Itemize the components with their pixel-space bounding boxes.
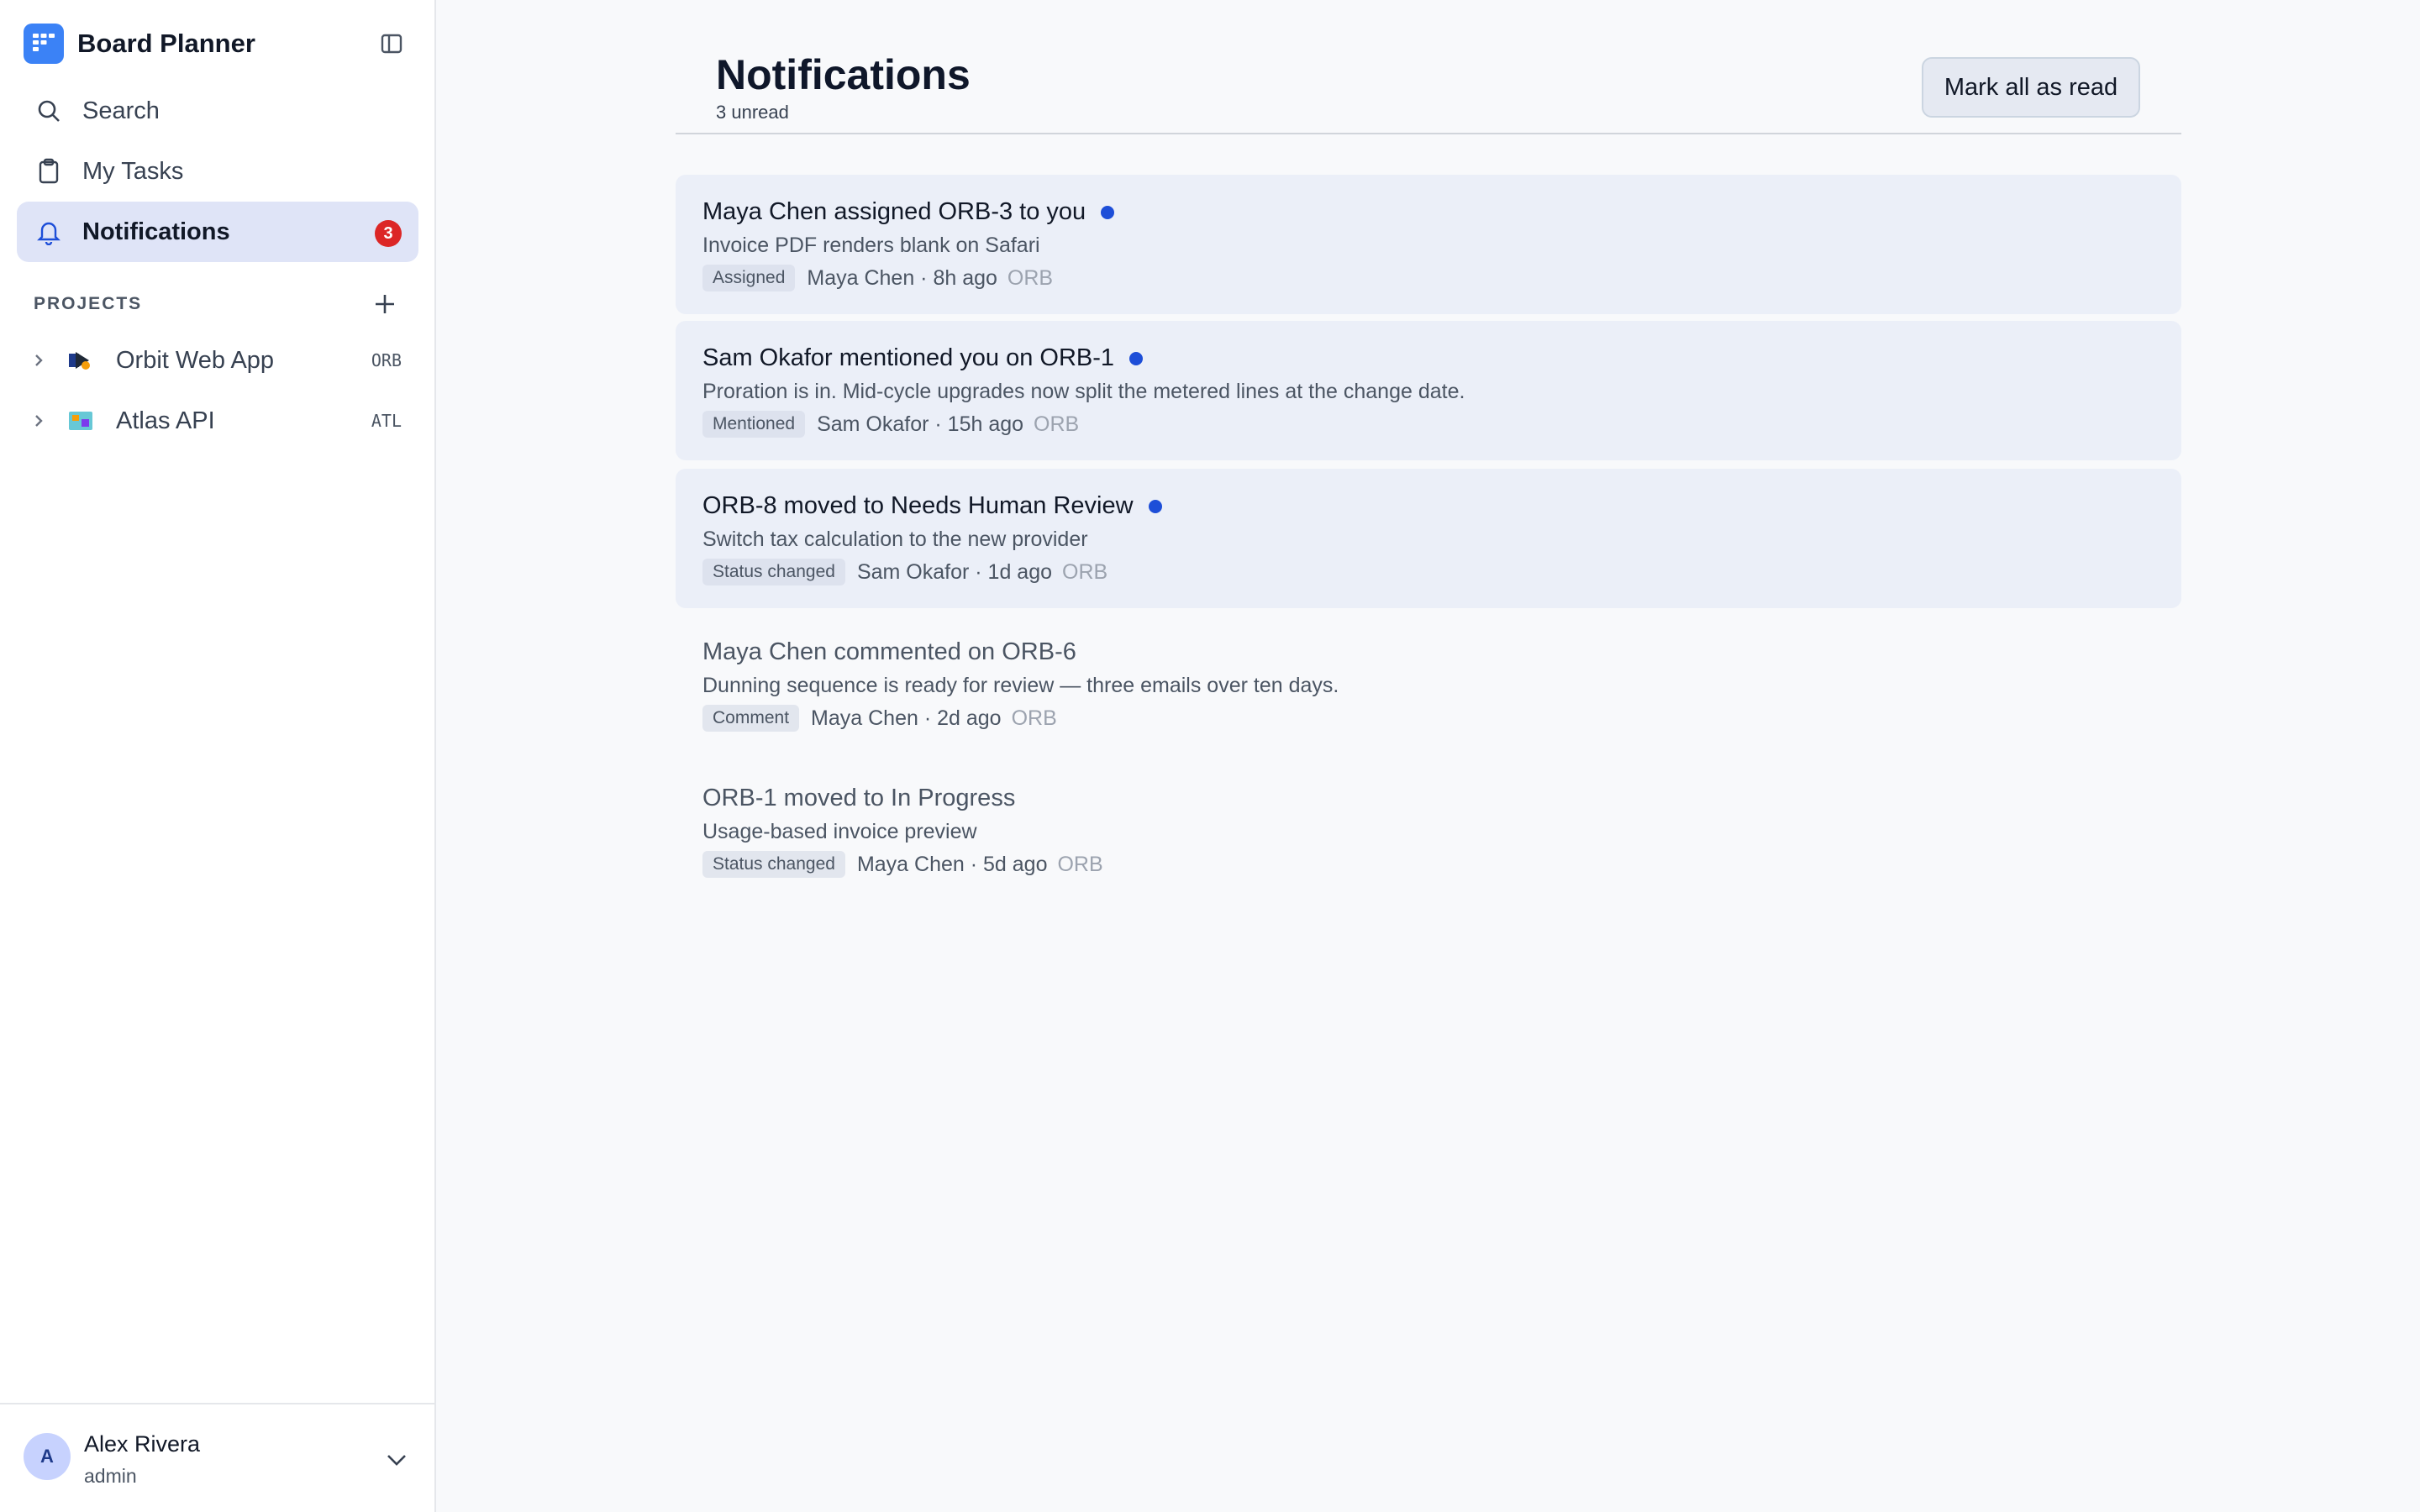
notification-item[interactable]: ORB-8 moved to Needs Human Review Switch… [676, 469, 2181, 608]
nav-notifications[interactable]: Notifications 3 [17, 202, 418, 262]
notification-item[interactable]: Sam Okafor mentioned you on ORB-1 Prorat… [676, 321, 2181, 460]
notification-project: ORB [1062, 559, 1108, 584]
chevron-right-icon[interactable] [29, 353, 49, 368]
page-title: Notifications [716, 51, 971, 98]
notification-tag: Status changed [702, 559, 845, 585]
unread-count: 3 unread [716, 102, 789, 123]
project-name: Atlas API [116, 407, 215, 434]
add-project-icon[interactable] [370, 289, 400, 319]
unread-dot [1101, 205, 1115, 219]
notification-tag: Status changed [702, 851, 845, 878]
notification-title: Maya Chen assigned ORB-3 to you [702, 198, 1086, 225]
notification-item[interactable]: Maya Chen commented on ORB-6 Dunning seq… [676, 615, 2181, 754]
user-menu[interactable]: A Alex Rivera admin [0, 1403, 436, 1512]
chevron-down-icon[interactable] [383, 1446, 410, 1473]
projects-header: PROJECTS [34, 294, 143, 313]
nav-notifications-label: Notifications [82, 218, 230, 245]
board-logo-icon [24, 24, 64, 64]
notifications-count-badge: 3 [375, 220, 402, 247]
notification-tag: Assigned [702, 265, 796, 291]
sidebar: Board Planner Search My Tasks Notificati [0, 0, 436, 1512]
project-key: ORB [371, 350, 402, 370]
notification-body: Switch tax calculation to the new provid… [702, 528, 1088, 551]
notification-title: ORB-8 moved to Needs Human Review [702, 492, 1134, 519]
nav-search-label: Search [82, 97, 160, 124]
notification-meta: Maya Chen · 8h ago [807, 265, 997, 290]
notification-title: Maya Chen commented on ORB-6 [702, 638, 1076, 665]
notification-item[interactable]: Maya Chen assigned ORB-3 to you Invoice … [676, 175, 2181, 314]
project-item-orbit[interactable]: Orbit Web App ORB [17, 332, 418, 389]
notification-meta: Maya Chen · 2d ago [811, 706, 1002, 730]
notification-project: ORB [1034, 412, 1080, 436]
chevron-right-icon[interactable] [29, 413, 49, 428]
nav-search[interactable]: Search [17, 81, 418, 141]
nav-my-tasks[interactable]: My Tasks [17, 141, 418, 202]
notification-project: ORB [1057, 852, 1103, 876]
avatar: A [24, 1433, 71, 1480]
user-name: Alex Rivera [84, 1431, 201, 1457]
unread-dot [1148, 499, 1162, 513]
app-name: Board Planner [77, 29, 255, 58]
project-item-atlas[interactable]: Atlas API ATL [17, 392, 418, 449]
notification-body: Dunning sequence is ready for review — t… [702, 674, 1339, 697]
header-divider [676, 133, 2181, 134]
notification-project: ORB [1007, 265, 1054, 290]
notification-meta: Sam Okafor · 15h ago [817, 412, 1024, 436]
brand[interactable]: Board Planner [24, 24, 255, 64]
project-key: ATL [371, 411, 402, 431]
clipboard-icon [34, 156, 64, 186]
notification-tag: Mentioned [702, 411, 806, 438]
search-icon [34, 96, 64, 126]
notification-meta: Sam Okafor · 1d ago [856, 559, 1053, 584]
user-role: admin [84, 1465, 137, 1487]
mark-all-read-button[interactable]: Mark all as read [1922, 57, 2140, 118]
notification-title: Sam Okafor mentioned you on ORB-1 [702, 344, 1115, 371]
notification-title: ORB-1 moved to In Progress [702, 785, 1016, 811]
orbit-project-icon [67, 349, 94, 372]
notification-body: Invoice PDF renders blank on Safari [702, 234, 1040, 257]
sidebar-toggle-icon[interactable] [376, 29, 407, 59]
project-name: Orbit Web App [116, 346, 275, 374]
notification-body: Usage-based invoice preview [702, 820, 977, 843]
notification-body: Proration is in. Mid-cycle upgrades now … [702, 380, 1465, 403]
notification-item[interactable]: ORB-1 moved to In Progress Usage-based i… [676, 761, 2181, 900]
bell-icon [34, 217, 64, 247]
notification-tag: Comment [702, 705, 800, 732]
atlas-project-icon [67, 409, 94, 433]
notification-project: ORB [1011, 706, 1057, 730]
nav-my-tasks-label: My Tasks [82, 157, 184, 185]
notification-meta: Maya Chen · 5d ago [856, 852, 1048, 876]
unread-dot [1129, 351, 1144, 365]
